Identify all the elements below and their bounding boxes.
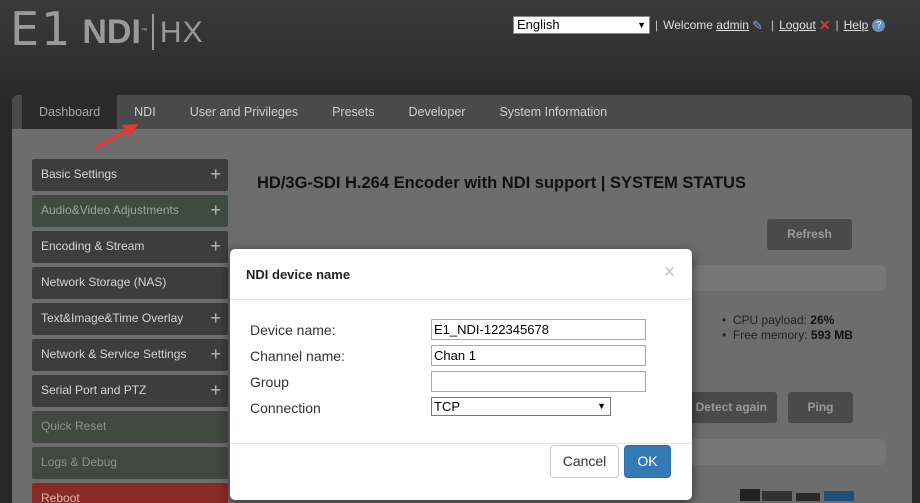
- channel-name-input[interactable]: Chan 1: [431, 345, 646, 366]
- form-row-channel-name: Channel name: Chan 1: [250, 345, 650, 371]
- group-input[interactable]: [431, 371, 646, 392]
- form-row-device-name: Device name: E1_NDI-122345678: [250, 319, 650, 345]
- sidebar-item-label: Serial Port and PTZ: [41, 383, 147, 397]
- separator: |: [835, 18, 839, 32]
- edit-user-icon[interactable]: ✎: [752, 18, 766, 33]
- tab-user-and-privileges[interactable]: User and Privileges: [173, 95, 315, 129]
- topbar: English ▼ | Welcome admin ✎ | Logout ✕ |…: [513, 16, 886, 34]
- form-row-connection: Connection TCP ▼: [250, 397, 650, 423]
- sidebar-item-network-storage[interactable]: Network Storage (NAS): [32, 267, 228, 299]
- sidebar-item-label: Reboot: [41, 491, 80, 503]
- sidebar: Basic Settings + Audio&Video Adjustments…: [32, 159, 228, 503]
- help-link[interactable]: Help: [844, 18, 869, 32]
- device-name-label: Device name:: [250, 322, 336, 338]
- tab-presets[interactable]: Presets: [315, 95, 391, 129]
- channel-name-label: Channel name:: [250, 348, 345, 364]
- hardware-image: [740, 489, 854, 501]
- sidebar-item-overlay[interactable]: Text&Image&Time Overlay +: [32, 303, 228, 335]
- sidebar-item-label: Network & Service Settings: [41, 347, 187, 361]
- connection-label: Connection: [250, 400, 321, 416]
- sidebar-item-label: Basic Settings: [41, 167, 118, 181]
- cpu-stat: • CPU payload: 26%: [722, 313, 835, 327]
- tab-developer[interactable]: Developer: [391, 95, 482, 129]
- sidebar-item-quick-reset[interactable]: Quick Reset: [32, 411, 228, 443]
- ndi-device-name-dialog: NDI device name × Device name: E1_NDI-12…: [230, 249, 692, 500]
- user-link[interactable]: admin: [716, 18, 749, 32]
- connection-select[interactable]: TCP ▼: [431, 397, 611, 416]
- language-select[interactable]: English ▼: [513, 16, 650, 34]
- plus-icon: +: [210, 164, 221, 184]
- ping-button[interactable]: Ping: [788, 392, 853, 423]
- sidebar-item-label: Audio&Video Adjustments: [41, 203, 179, 217]
- close-icon[interactable]: ×: [664, 262, 675, 284]
- memory-label: Free memory:: [732, 328, 808, 342]
- memory-value: 593 MB: [810, 328, 853, 342]
- ndi-form: Device name: E1_NDI-122345678 Channel na…: [250, 319, 650, 423]
- form-row-group: Group: [250, 371, 650, 397]
- system-stats: • CPU payload: 26% • Free memory: 593 MB: [722, 313, 853, 343]
- logo-ndi: NDI™: [82, 12, 148, 52]
- logo-tm: ™: [140, 28, 148, 35]
- plus-icon: +: [210, 344, 221, 364]
- sidebar-item-audio-video[interactable]: Audio&Video Adjustments +: [32, 195, 228, 227]
- sidebar-item-label: Quick Reset: [41, 419, 107, 433]
- sidebar-item-basic-settings[interactable]: Basic Settings +: [32, 159, 228, 191]
- header: E1 NDI™ HX English ▼ | Welcome admin ✎ |…: [0, 0, 920, 96]
- sidebar-item-network-service[interactable]: Network & Service Settings +: [32, 339, 228, 371]
- sidebar-item-encoding-stream[interactable]: Encoding & Stream +: [32, 231, 228, 263]
- page-title: HD/3G-SDI H.264 Encoder with NDI support…: [257, 174, 746, 192]
- tab-system-information[interactable]: System Information: [482, 95, 624, 129]
- sidebar-item-label: Logs & Debug: [41, 455, 118, 469]
- ok-button[interactable]: OK: [624, 445, 671, 478]
- separator: |: [770, 18, 775, 32]
- logo-e1: E1: [10, 2, 73, 56]
- help-icon[interactable]: ?: [872, 18, 886, 32]
- sidebar-item-label: Text&Image&Time Overlay: [41, 311, 184, 325]
- sidebar-item-label: Network Storage (NAS): [41, 275, 167, 289]
- connection-value: TCP: [434, 399, 460, 414]
- chevron-down-icon: ▼: [637, 20, 646, 30]
- sidebar-item-reboot[interactable]: Reboot: [32, 483, 228, 503]
- logout-link[interactable]: Logout: [779, 18, 816, 32]
- plus-icon: +: [210, 236, 221, 256]
- cpu-value: 26%: [810, 313, 835, 327]
- sidebar-item-logs-debug[interactable]: Logs & Debug: [32, 447, 228, 479]
- nav-tabs: Dashboard NDI User and Privileges Preset…: [12, 95, 912, 129]
- plus-icon: +: [210, 380, 221, 400]
- logo-hx: HX: [159, 16, 204, 49]
- modal-footer: [230, 443, 692, 500]
- logo-ndi-text: NDI: [82, 13, 141, 51]
- logo-separator: [151, 14, 154, 50]
- sidebar-item-serial-ptz[interactable]: Serial Port and PTZ +: [32, 375, 228, 407]
- device-name-input[interactable]: E1_NDI-122345678: [431, 319, 646, 340]
- cancel-button[interactable]: Cancel: [550, 445, 619, 478]
- logout-icon[interactable]: ✕: [819, 17, 831, 34]
- memory-stat: • Free memory: 593 MB: [722, 328, 853, 342]
- modal-header: NDI device name ×: [230, 249, 692, 300]
- welcome-text: Welcome: [663, 18, 713, 32]
- cpu-label: CPU payload:: [732, 313, 807, 327]
- language-value: English: [517, 17, 560, 32]
- callout-arrow-icon: [94, 124, 138, 150]
- plus-icon: +: [210, 200, 221, 220]
- logo: E1 NDI™ HX: [10, 6, 204, 52]
- modal-title: NDI device name: [246, 267, 351, 282]
- group-label: Group: [250, 374, 289, 390]
- chevron-down-icon: ▼: [597, 401, 606, 411]
- sidebar-item-label: Encoding & Stream: [41, 239, 145, 253]
- refresh-button[interactable]: Refresh: [767, 219, 852, 250]
- separator: |: [655, 18, 659, 32]
- plus-icon: +: [210, 308, 221, 328]
